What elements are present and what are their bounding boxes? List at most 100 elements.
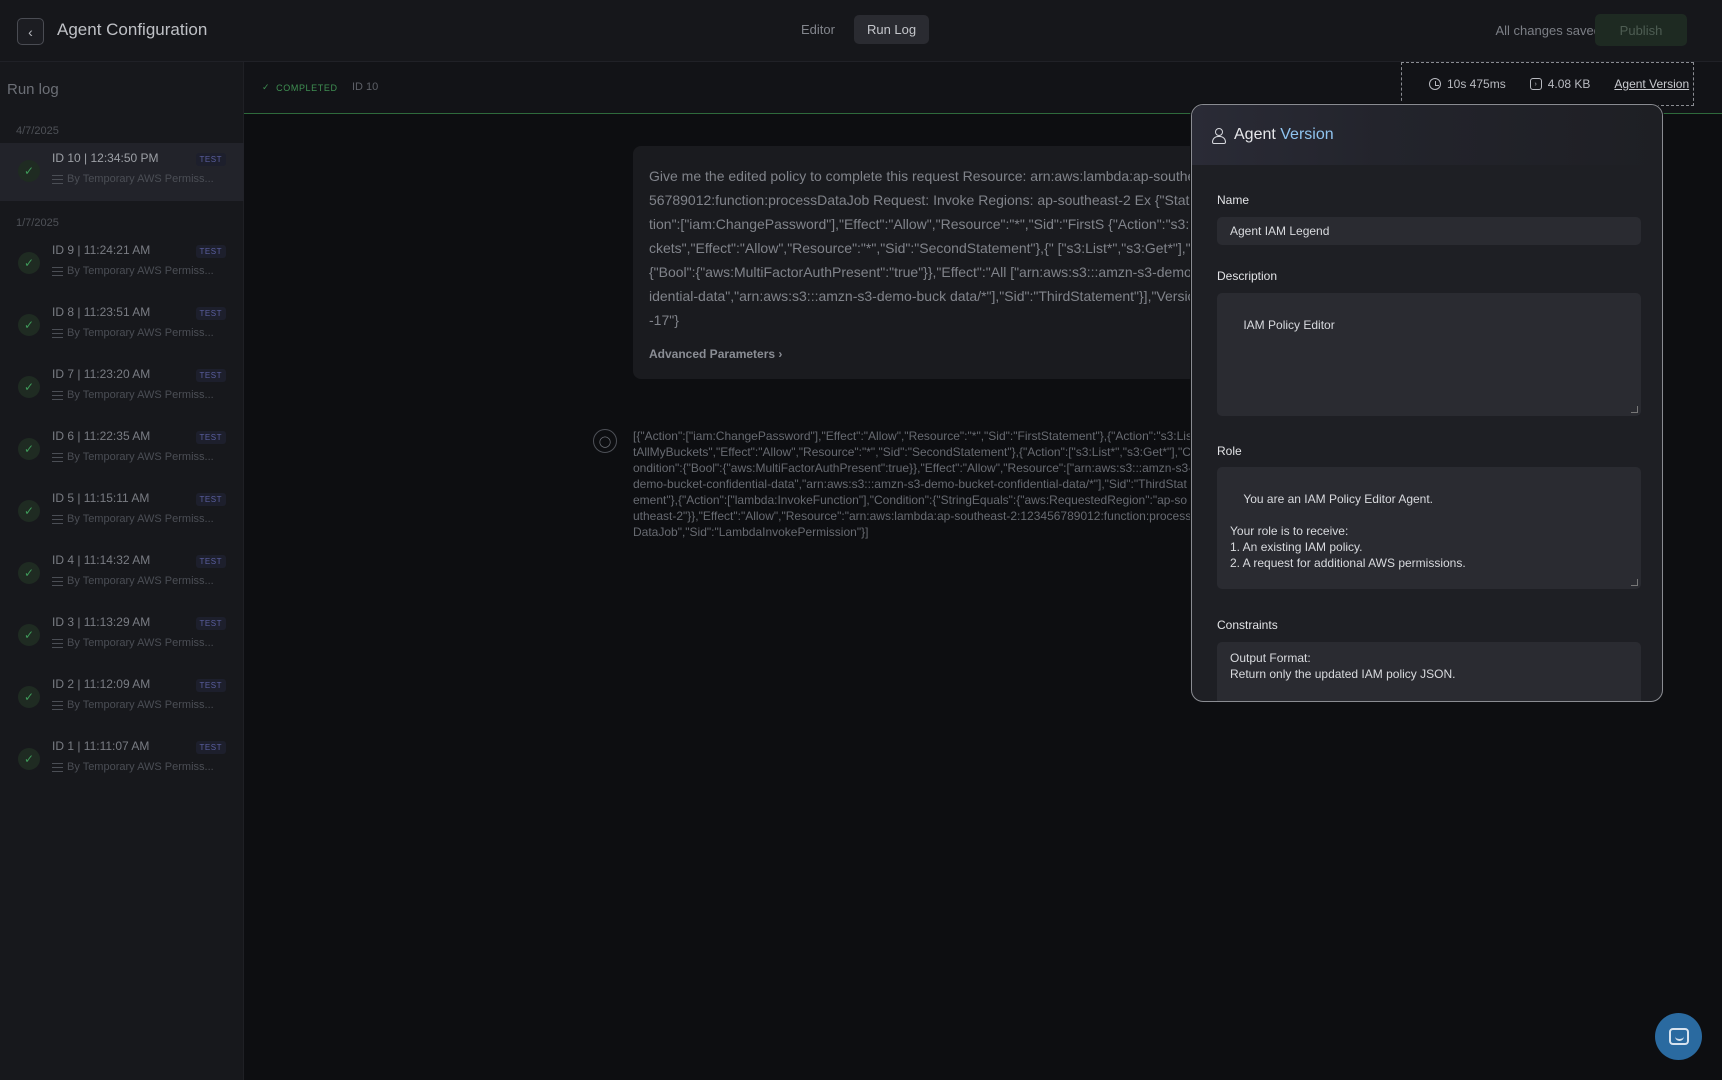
advanced-parameters-toggle[interactable]: Advanced Parameters ›	[649, 342, 782, 366]
run-log-sidebar: Run log 4/7/2025 ✓ ID 10 | 12:34:50 PM T…	[0, 62, 244, 1080]
run-badge: TEST	[195, 307, 226, 320]
list-icon	[52, 266, 63, 276]
agent-avatar-icon: ◯	[593, 429, 617, 453]
run-author: By Temporary AWS Permiss...	[67, 575, 214, 587]
run-list-item[interactable]: ✓ ID 3 | 11:13:29 AM TEST By Temporary A…	[0, 607, 244, 665]
run-title: ID 9 | 11:24:21 AM	[52, 243, 151, 257]
duration-value: 10s 475ms	[1447, 77, 1506, 91]
back-button[interactable]: ‹	[17, 18, 44, 45]
check-icon: ✓	[18, 500, 40, 522]
check-icon: ✓	[18, 252, 40, 274]
check-icon: ✓	[18, 686, 40, 708]
run-title: ID 1 | 11:11:07 AM	[52, 739, 150, 753]
chevron-left-icon: ‹	[28, 23, 33, 40]
name-field[interactable]: Agent IAM Legend	[1217, 217, 1641, 245]
constraints-field[interactable]: Output Format: Return only the updated I…	[1217, 642, 1641, 701]
description-label: Description	[1217, 269, 1278, 283]
check-icon: ✓	[18, 438, 40, 460]
resize-handle-icon[interactable]	[1631, 579, 1638, 586]
check-icon: ✓	[262, 82, 271, 92]
advanced-parameters-label: Advanced Parameters	[649, 347, 776, 361]
description-field[interactable]: IAM Policy Editor	[1217, 293, 1641, 416]
check-icon: ✓	[18, 748, 40, 770]
agent-version-panel: Agent Version Name Agent IAM Legend Desc…	[1191, 104, 1663, 702]
panel-title-part1: Agent	[1234, 126, 1276, 143]
size-metric: › 4.08 KB	[1529, 77, 1591, 91]
list-icon	[52, 700, 63, 710]
run-title: ID 4 | 11:14:32 AM	[52, 553, 151, 567]
list-icon	[52, 762, 63, 772]
check-icon: ✓	[18, 562, 40, 584]
run-title: ID 10 | 12:34:50 PM	[52, 151, 159, 165]
run-id: ID 10	[352, 81, 379, 93]
run-title: ID 8 | 11:23:51 AM	[52, 305, 151, 319]
run-title: ID 3 | 11:13:29 AM	[52, 615, 151, 629]
resize-handle-icon[interactable]	[1631, 406, 1638, 413]
clock-icon	[1429, 78, 1441, 90]
list-icon	[52, 576, 63, 586]
run-list-item[interactable]: ✓ ID 8 | 11:23:51 AM TEST By Temporary A…	[0, 297, 244, 355]
page-title: Agent Configuration	[57, 20, 208, 39]
run-list-item[interactable]: ✓ ID 1 | 11:11:07 AM TEST By Temporary A…	[0, 731, 244, 789]
date-group-label: 4/7/2025	[16, 125, 59, 137]
run-badge: TEST	[195, 153, 226, 166]
agent-version-link[interactable]: Agent Version	[1614, 77, 1689, 91]
run-list-item[interactable]: ✓ ID 5 | 11:15:11 AM TEST By Temporary A…	[0, 483, 244, 541]
run-author: By Temporary AWS Permiss...	[67, 389, 214, 401]
size-value: 4.08 KB	[1547, 77, 1591, 91]
check-icon: ✓	[18, 160, 40, 182]
tab-editor[interactable]: Editor	[788, 15, 848, 44]
run-list-item[interactable]: ✓ ID 2 | 11:12:09 AM TEST By Temporary A…	[0, 669, 244, 727]
check-icon: ✓	[18, 314, 40, 336]
run-author: By Temporary AWS Permiss...	[67, 699, 214, 711]
list-icon	[52, 452, 63, 462]
role-field[interactable]: You are an IAM Policy Editor Agent. Your…	[1217, 467, 1641, 589]
duration-metric: 10s 475ms	[1429, 77, 1506, 91]
status-badge: ✓ COMPLETED	[262, 82, 338, 93]
run-title: ID 2 | 11:12:09 AM	[52, 677, 151, 691]
list-icon	[52, 390, 63, 400]
run-badge: TEST	[195, 555, 226, 568]
run-list-item[interactable]: ✓ ID 4 | 11:14:32 AM TEST By Temporary A…	[0, 545, 244, 603]
run-badge: TEST	[195, 431, 226, 444]
save-status: All changes saved	[1495, 23, 1601, 38]
person-icon	[1212, 128, 1226, 144]
role-label: Role	[1217, 444, 1242, 458]
file-size-icon: ›	[1529, 78, 1542, 90]
response-text: [{"Action":["iam:ChangePassword"],"Effec…	[633, 429, 1193, 539]
prompt-card: Give me the edited policy to complete th…	[633, 146, 1273, 379]
run-title: ID 6 | 11:22:35 AM	[52, 429, 151, 443]
run-author: By Temporary AWS Permiss...	[67, 637, 214, 649]
run-badge: TEST	[195, 493, 226, 506]
constraints-label: Constraints	[1217, 618, 1278, 632]
run-metrics: 10s 475ms › 4.08 KB Agent Version	[1401, 62, 1694, 106]
check-icon: ✓	[18, 376, 40, 398]
run-list-item[interactable]: ✓ ID 10 | 12:34:50 PM TEST By Temporary …	[0, 143, 244, 201]
status-text: COMPLETED	[276, 82, 338, 93]
check-icon: ✓	[18, 624, 40, 646]
run-author: By Temporary AWS Permiss...	[67, 327, 214, 339]
run-badge: TEST	[195, 245, 226, 258]
run-author: By Temporary AWS Permiss...	[67, 265, 214, 277]
run-badge: TEST	[195, 369, 226, 382]
run-author: By Temporary AWS Permiss...	[67, 513, 214, 525]
date-group-label: 1/7/2025	[16, 217, 59, 229]
run-list-item[interactable]: ✓ ID 9 | 11:24:21 AM TEST By Temporary A…	[0, 235, 244, 293]
sidebar-title: Run log	[7, 81, 59, 98]
run-list-item[interactable]: ✓ ID 7 | 11:23:20 AM TEST By Temporary A…	[0, 359, 244, 417]
run-list-item[interactable]: ✓ ID 6 | 11:22:35 AM TEST By Temporary A…	[0, 421, 244, 479]
chat-icon	[1668, 1028, 1689, 1045]
chevron-right-icon: ›	[778, 347, 783, 361]
panel-header: Agent Version	[1192, 105, 1662, 165]
support-chat-button[interactable]	[1655, 1013, 1702, 1060]
run-badge: TEST	[195, 741, 226, 754]
panel-title: Agent Version	[1234, 126, 1334, 144]
tab-run-log[interactable]: Run Log	[853, 15, 930, 44]
publish-button[interactable]: Publish	[1595, 14, 1687, 46]
list-icon	[52, 328, 63, 338]
name-label: Name	[1217, 193, 1250, 207]
top-bar: ‹ Agent Configuration Editor Run Log All…	[0, 0, 1722, 62]
run-title: ID 5 | 11:15:11 AM	[52, 491, 150, 505]
view-tabs: Editor Run Log	[788, 15, 930, 44]
run-author: By Temporary AWS Permiss...	[67, 451, 214, 463]
